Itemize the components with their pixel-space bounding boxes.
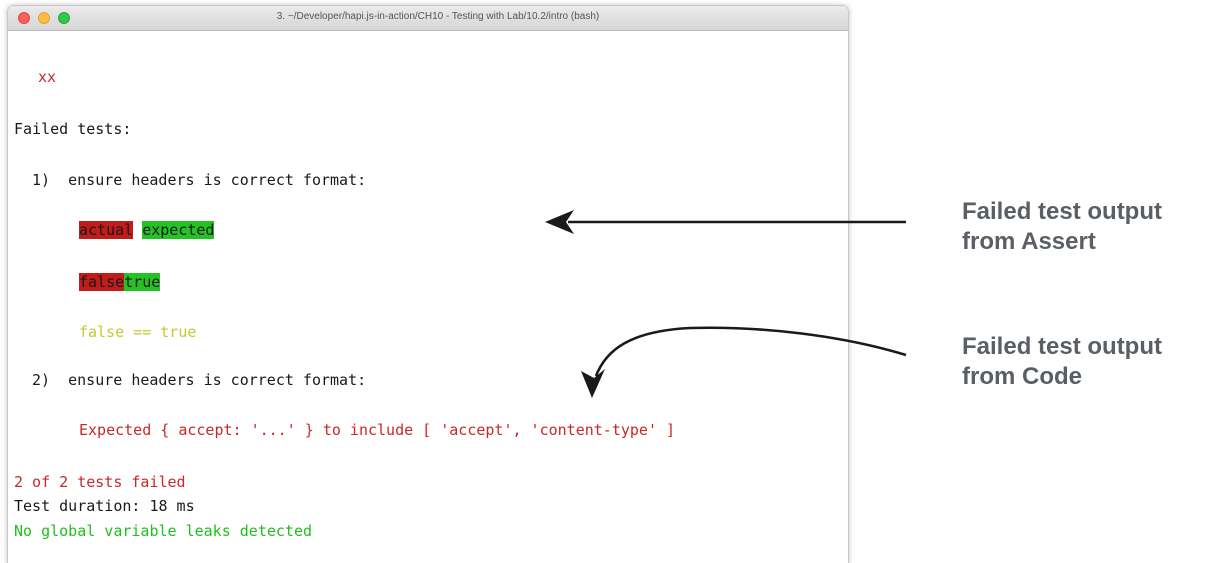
- terminal-output[interactable]: xx Failed tests: 1) ensure headers is co…: [8, 31, 848, 563]
- annotation-assert-line1: Failed test output: [962, 198, 1162, 225]
- code-error-message: Expected { accept: '...' } to include [ …: [79, 421, 676, 439]
- close-window-button[interactable]: [18, 12, 30, 24]
- terminal-window: 3. ~/Developer/hapi.js-in-action/CH10 - …: [8, 6, 848, 563]
- minimize-window-button[interactable]: [38, 12, 50, 24]
- assert-comparison: false == true: [79, 323, 197, 341]
- leak-check: No global variable leaks detected: [14, 522, 313, 540]
- window-title: 3. ~/Developer/hapi.js-in-action/CH10 - …: [276, 11, 600, 22]
- annotation-code: Failed test output from Code: [962, 332, 1162, 392]
- annotation-code-line1: Failed test output: [962, 333, 1162, 360]
- diff-expected-value: true: [124, 273, 161, 291]
- diff-values: falsetrue: [79, 272, 161, 292]
- diff-legend: actual expected: [79, 220, 215, 240]
- annotation-code-line2: from Code: [962, 363, 1082, 390]
- title-bar[interactable]: 3. ~/Developer/hapi.js-in-action/CH10 - …: [8, 6, 848, 31]
- diff-expected-label: expected: [142, 221, 215, 239]
- test-duration: Test duration: 18 ms: [14, 497, 195, 515]
- summary-failed: 2 of 2 tests failed: [14, 473, 186, 491]
- test-result-marks: xx: [38, 68, 57, 86]
- diff-actual-label: actual: [79, 221, 134, 239]
- test-2-label: 2) ensure headers is correct format:: [32, 371, 367, 389]
- failed-tests-header: Failed tests:: [14, 120, 132, 138]
- zoom-window-button[interactable]: [58, 12, 70, 24]
- annotation-assert: Failed test output from Assert: [962, 197, 1162, 257]
- diff-actual-value: false: [79, 273, 125, 291]
- test-1-label: 1) ensure headers is correct format:: [32, 171, 367, 189]
- figure: 3. ~/Developer/hapi.js-in-action/CH10 - …: [0, 0, 1210, 563]
- annotation-assert-line2: from Assert: [962, 228, 1096, 255]
